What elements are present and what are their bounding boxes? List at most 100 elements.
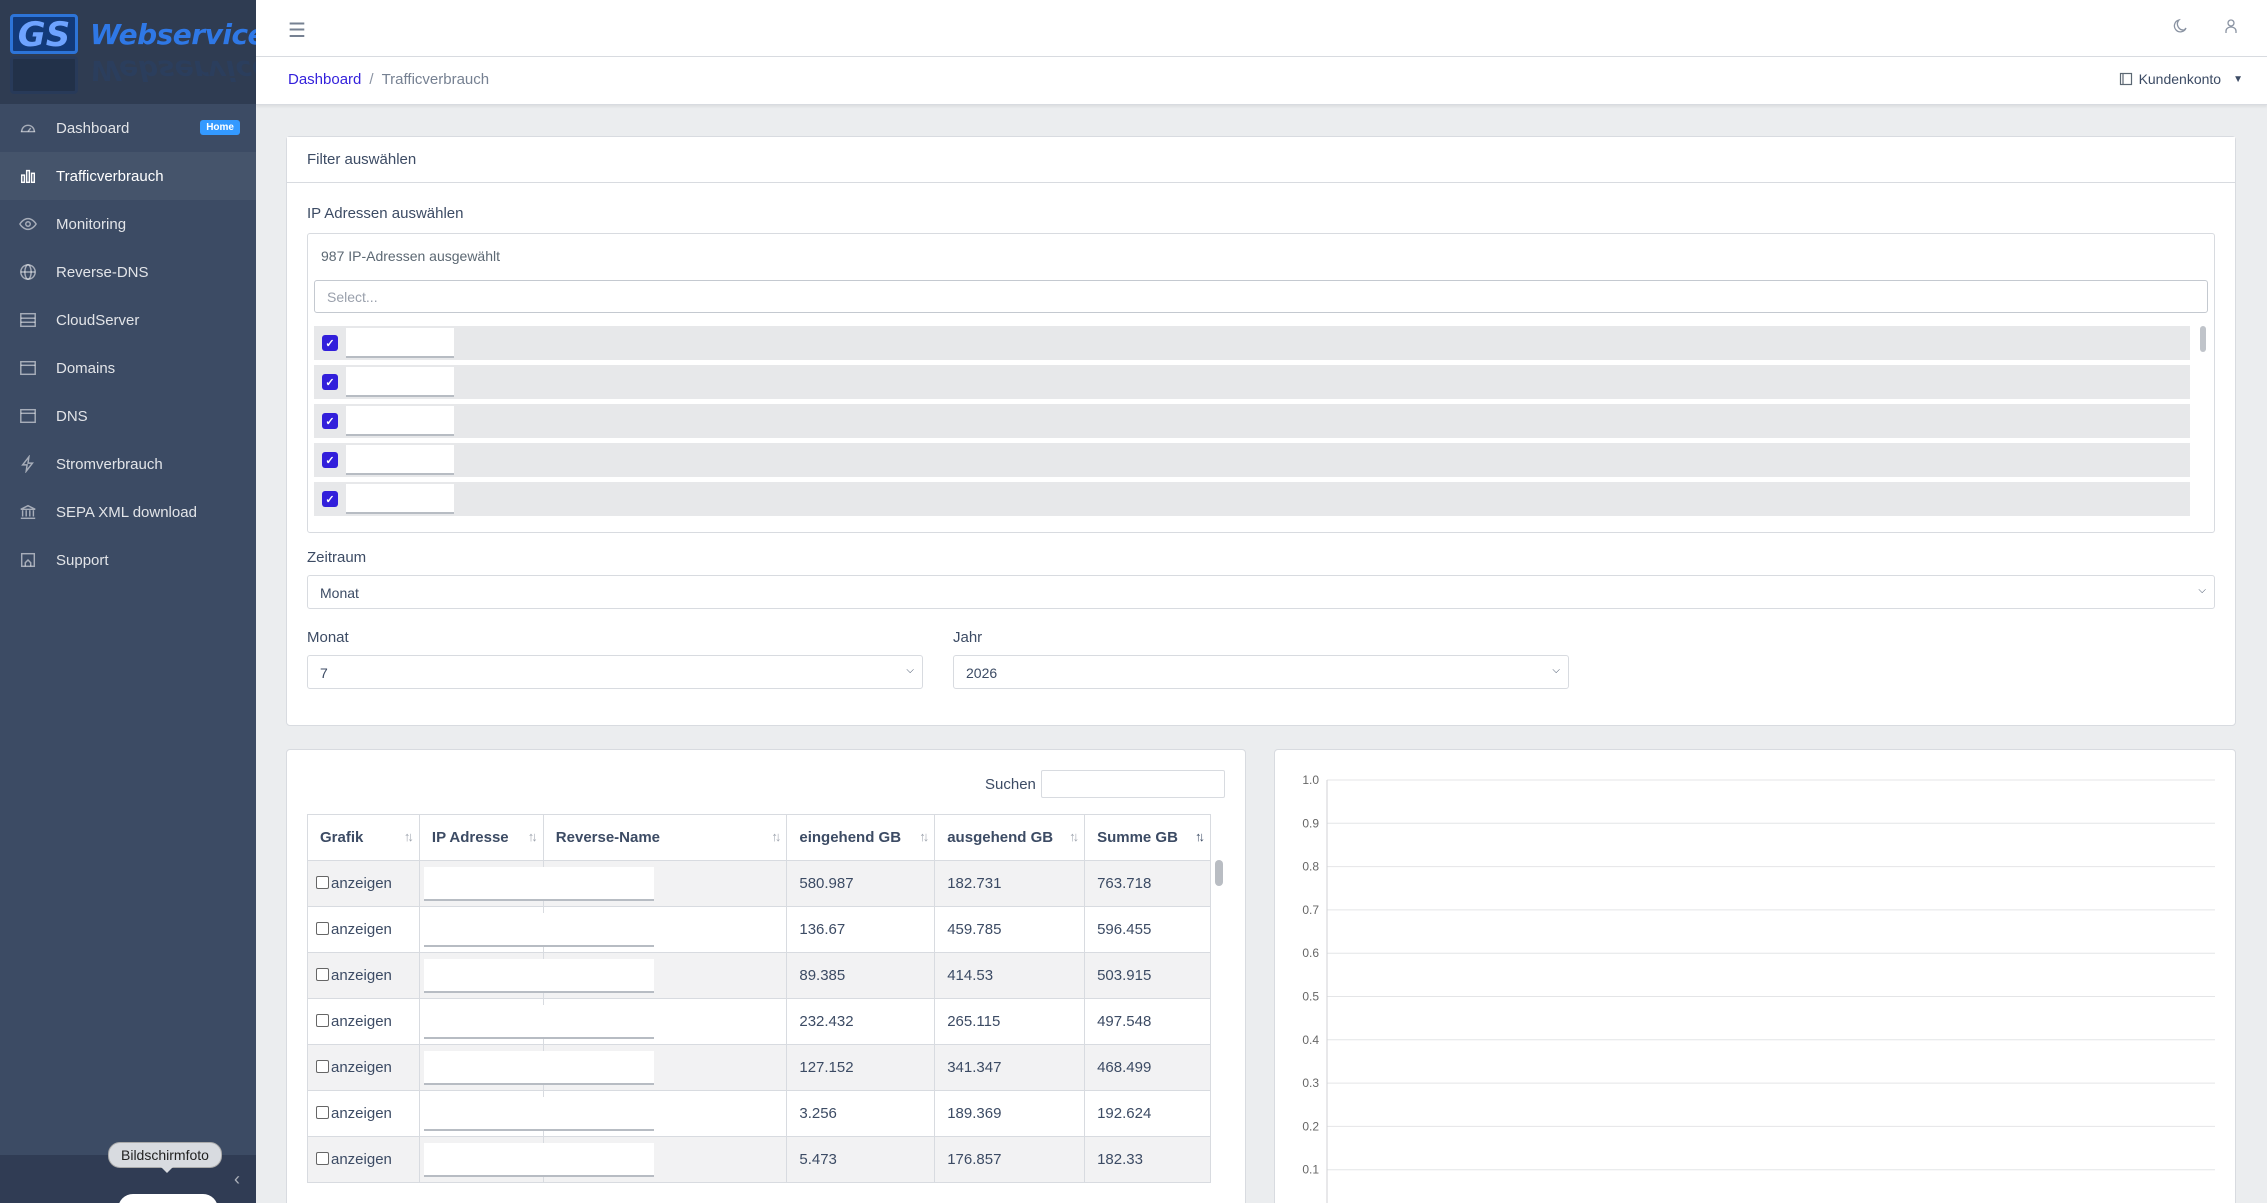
eingehend-cell: 580.987 (786, 860, 936, 907)
ip-cell (418, 952, 654, 999)
sidebar-item-reverse-dns[interactable]: Reverse-DNS (0, 248, 256, 296)
sidebar: GS Webservices Webservices Dashboard Hom… (0, 0, 256, 1203)
ip-redacted (346, 445, 454, 475)
ip-redacted (423, 1097, 654, 1131)
monat-label: Monat (307, 629, 349, 646)
y-tick-label: 0.4 (1302, 1033, 1319, 1047)
table-row: anzeigen 127.152 341.347 468.499 (307, 1044, 1211, 1091)
account-dropdown[interactable]: Kundenkonto ▼ (2119, 71, 2243, 87)
summe-cell: 503.915 (1084, 952, 1211, 999)
sidebar-item-monitoring[interactable]: Monitoring (0, 200, 256, 248)
column-header-summe[interactable]: Summe GB ↑↓ (1084, 814, 1211, 861)
show-checkbox[interactable] (316, 922, 329, 935)
show-checkbox[interactable] (316, 876, 329, 889)
grafik-cell[interactable]: anzeigen (307, 1090, 420, 1137)
table-scrollbar[interactable] (1215, 860, 1223, 886)
y-tick-label: 0.9 (1302, 816, 1319, 830)
zeitraum-label: Zeitraum (307, 549, 367, 566)
ip-option[interactable]: ✓ (314, 443, 2190, 477)
ip-search-input[interactable]: Select... (314, 280, 2208, 313)
checkbox-checked[interactable]: ✓ (322, 413, 338, 429)
account-book-icon (2119, 72, 2132, 86)
traffic-table: Grafik ↑↓ IP Adresse ↑↓ Reverse-Name ↑↓ ein… (307, 814, 1211, 1183)
checkbox-checked[interactable]: ✓ (322, 491, 338, 507)
ip-redacted (346, 484, 454, 514)
filter-card-title: Filter auswählen (287, 137, 2235, 183)
checkbox-checked[interactable]: ✓ (322, 374, 338, 390)
breadcrumb-current: Trafficverbrauch (381, 71, 490, 88)
screenshot-button[interactable] (118, 1194, 218, 1203)
table-row: anzeigen 136.67 459.785 596.455 (307, 906, 1211, 953)
filter-card: Filter auswählen IP Adressen auswählen 9… (286, 136, 2236, 726)
search-label: Suchen (985, 776, 1036, 793)
breadcrumb-home-link[interactable]: Dashboard (288, 71, 361, 88)
eingehend-cell: 232.432 (786, 998, 936, 1045)
sidebar-item-label: Trafficverbrauch (56, 167, 164, 185)
checkbox-checked[interactable]: ✓ (322, 452, 338, 468)
show-checkbox[interactable] (316, 1106, 329, 1119)
y-tick-label: 0.5 (1302, 990, 1319, 1004)
ip-redacted (423, 1005, 654, 1039)
server-icon (18, 310, 38, 330)
ip-option[interactable]: ✓ (314, 482, 2190, 516)
jahr-select[interactable]: 2026 ⌵ (953, 655, 1569, 689)
ip-option[interactable]: ✓ (314, 326, 2190, 360)
y-tick-label: 0.2 (1302, 1119, 1319, 1133)
browser-icon (18, 406, 38, 426)
summe-cell: 192.624 (1084, 1090, 1211, 1137)
sidebar-item-stromverbrauch[interactable]: Stromverbrauch (0, 440, 256, 488)
ip-cell (418, 998, 654, 1045)
sidebar-item-domains[interactable]: Domains (0, 344, 256, 392)
column-header-ausgehend[interactable]: ausgehend GB ↑↓ (934, 814, 1086, 861)
sidebar-item-label: Domains (56, 359, 116, 377)
eye-icon (18, 214, 38, 234)
grafik-cell[interactable]: anzeigen (307, 906, 420, 953)
sidebar-item-cloudserver[interactable]: CloudServer (0, 296, 256, 344)
grafik-cell[interactable]: anzeigen (307, 998, 420, 1045)
menu-toggle-icon[interactable]: ☰ (288, 18, 306, 43)
ausgehend-cell: 459.785 (934, 906, 1086, 953)
ip-option[interactable]: ✓ (314, 404, 2190, 438)
column-header-reverse-name[interactable]: Reverse-Name ↑↓ (542, 814, 788, 861)
sidebar-item-dashboard[interactable]: Dashboard Home (0, 104, 256, 152)
subheader: Dashboard / Trafficverbrauch Kundenkonto ▼ (256, 57, 2267, 105)
grafik-cell[interactable]: anzeigen (307, 952, 420, 999)
sidebar-item-label: Stromverbrauch (56, 455, 163, 473)
sidebar-item-sepa[interactable]: SEPA XML download (0, 488, 256, 536)
summe-cell: 468.499 (1084, 1044, 1211, 1091)
ip-option[interactable]: ✓ (314, 365, 2190, 399)
logo-text-reflection: Webservices (90, 54, 256, 87)
sidebar-item-dns[interactable]: DNS (0, 392, 256, 440)
grafik-cell[interactable]: anzeigen (307, 860, 420, 907)
globe-icon (18, 262, 38, 282)
y-tick-label: 0.3 (1302, 1076, 1319, 1090)
summe-cell: 763.718 (1084, 860, 1211, 907)
column-header-grafik[interactable]: Grafik ↑↓ (307, 814, 420, 861)
collapse-sidebar-icon[interactable]: ‹ (234, 1169, 240, 1190)
zeitraum-select[interactable]: Monat ⌵ (307, 575, 2215, 609)
show-checkbox[interactable] (316, 1060, 329, 1073)
monat-select[interactable]: 7 ⌵ (307, 655, 923, 689)
sidebar-item-label: CloudServer (56, 311, 140, 329)
user-icon[interactable] (2223, 18, 2239, 38)
brand-logo[interactable]: GS Webservices Webservices (0, 0, 256, 104)
chevron-down-icon: ⌵ (1552, 665, 1560, 676)
show-checkbox[interactable] (316, 1014, 329, 1027)
show-checkbox[interactable] (316, 1152, 329, 1165)
ip-list-scrollbar[interactable] (2200, 326, 2206, 352)
show-checkbox[interactable] (316, 968, 329, 981)
dark-mode-icon[interactable] (2173, 18, 2189, 38)
eingehend-cell: 136.67 (786, 906, 936, 953)
search-input[interactable] (1041, 770, 1225, 798)
sidebar-item-trafficverbrauch[interactable]: Trafficverbrauch (0, 152, 256, 200)
sidebar-item-support[interactable]: Support (0, 536, 256, 584)
grafik-cell[interactable]: anzeigen (307, 1044, 420, 1091)
grafik-cell[interactable]: anzeigen (307, 1136, 420, 1183)
column-header-ip[interactable]: IP Adresse ↑↓ (418, 814, 544, 861)
y-tick-label: 0.7 (1302, 903, 1319, 917)
column-header-eingehend[interactable]: eingehend GB ↑↓ (786, 814, 936, 861)
sidebar-nav: Dashboard Home Trafficverbrauch Monitori… (0, 104, 256, 584)
checkbox-checked[interactable]: ✓ (322, 335, 338, 351)
table-row: anzeigen 5.473 176.857 182.33 (307, 1136, 1211, 1183)
ip-redacted (346, 328, 454, 358)
